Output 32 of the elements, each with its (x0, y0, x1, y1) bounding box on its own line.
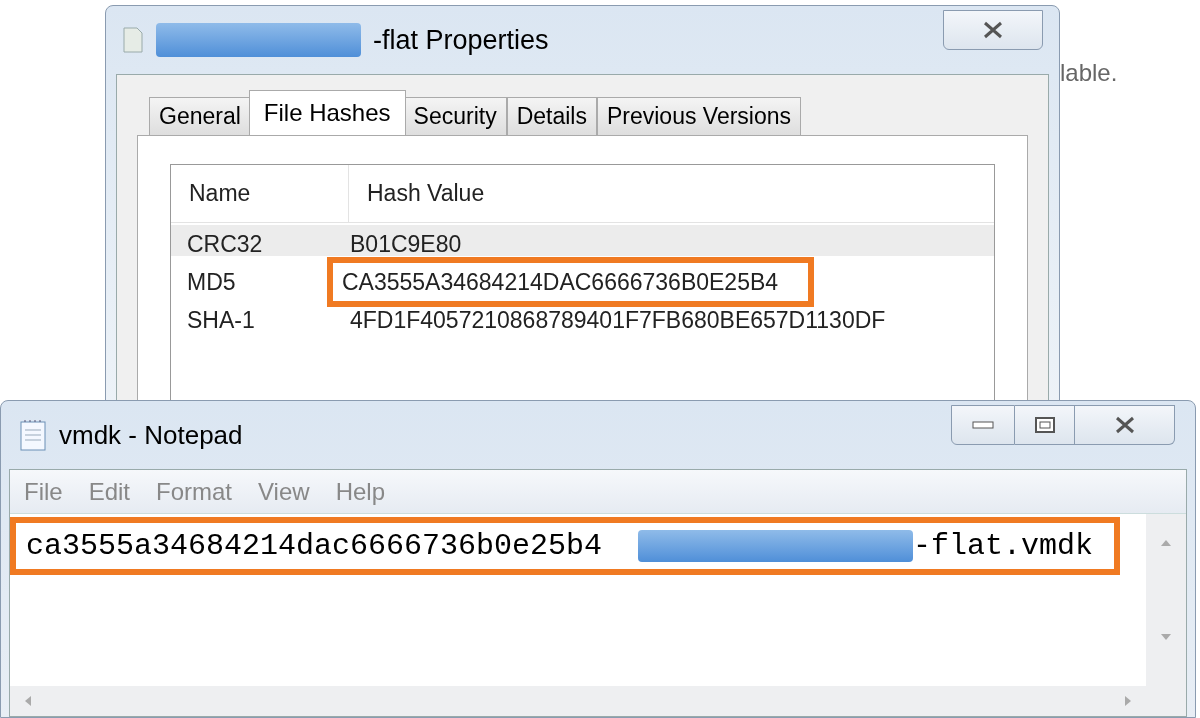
tab[interactable]: Security (403, 97, 507, 135)
close-icon (982, 21, 1004, 39)
hash-text: ca3555a34684214dac6666736b0e25b4 (26, 527, 603, 565)
file-name-text: -flat.vmdk (913, 527, 1094, 565)
tab[interactable]: General (149, 97, 251, 135)
column-header[interactable]: Name (171, 165, 349, 222)
hash-value: 4FD1F4057210868789401F7FB680BE657D1130DF (349, 305, 886, 335)
tab[interactable]: Previous Versions (596, 97, 802, 135)
hash-name: CRC32 (186, 229, 264, 259)
hash-name: SHA-1 (186, 305, 256, 335)
column-header[interactable]: Hash Value (349, 165, 994, 222)
window-title: vmdk - Notepad (59, 418, 243, 452)
close-button[interactable] (943, 10, 1043, 50)
list-row[interactable]: MD5 CA3555A34684214DAC6666736B0E25B4 (171, 256, 994, 308)
restore-icon (1033, 416, 1056, 434)
hash-value: CA3555A34684214DAC6666736B0E25B4 (342, 267, 779, 297)
minimize-icon (972, 420, 994, 430)
scroll-down-icon (1160, 633, 1172, 641)
background-text: lable. (1060, 58, 1118, 88)
tab[interactable]: File Hashes (248, 90, 406, 135)
hash-value: B01C9E80 (349, 229, 462, 259)
close-icon (1113, 416, 1136, 434)
scroll-left-icon (24, 695, 32, 707)
notepad-icon (19, 419, 47, 451)
close-button[interactable] (1075, 405, 1175, 445)
maximize-button[interactable] (1015, 405, 1075, 445)
window-title: -flat Properties (373, 23, 549, 57)
scroll-up-icon (1160, 539, 1172, 547)
hash-name: MD5 (186, 267, 237, 297)
tab[interactable]: Details (506, 97, 597, 135)
file-icon (122, 27, 144, 53)
scroll-right-icon (1124, 695, 1132, 707)
